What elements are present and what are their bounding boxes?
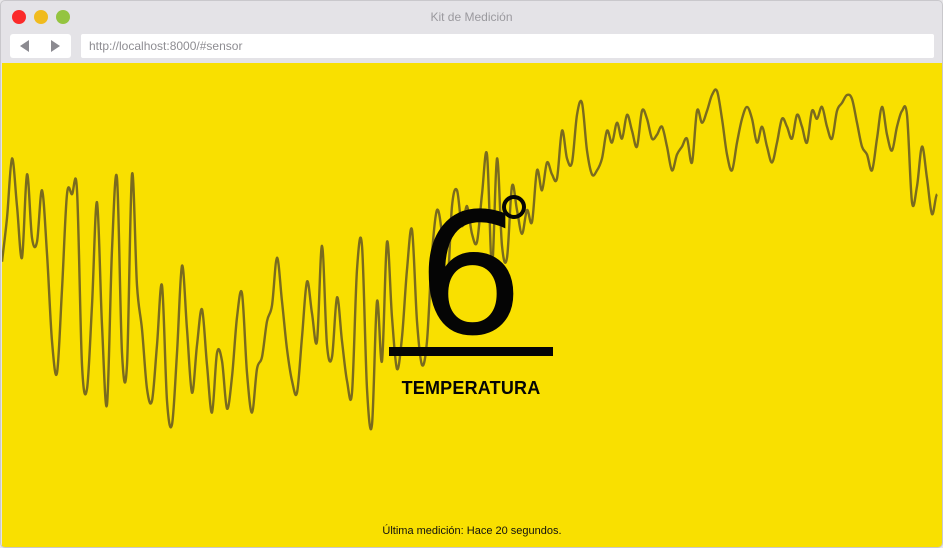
temperature-value: 6 <box>417 177 524 373</box>
forward-arrow-icon <box>51 40 60 52</box>
sensor-label: TEMPERATURA <box>401 378 541 398</box>
forward-button[interactable] <box>41 34 71 58</box>
back-button[interactable] <box>10 34 40 58</box>
browser-window: Kit de Medición http://localhost:8000/#s… <box>0 0 943 548</box>
sensor-page: 6 TEMPERATURA Última medición: Hace 20 s… <box>2 63 942 547</box>
degree-symbol <box>502 195 526 219</box>
window-title: Kit de Medición <box>430 10 513 24</box>
browser-toolbar: http://localhost:8000/#sensor <box>1 33 942 63</box>
back-arrow-icon <box>20 40 29 52</box>
address-bar[interactable]: http://localhost:8000/#sensor <box>81 34 934 58</box>
value-underline <box>389 347 553 356</box>
title-bar[interactable]: Kit de Medición <box>1 1 942 33</box>
last-measurement-status: Última medición: Hace 20 segundos. <box>382 525 562 537</box>
navigation-buttons <box>10 34 71 58</box>
